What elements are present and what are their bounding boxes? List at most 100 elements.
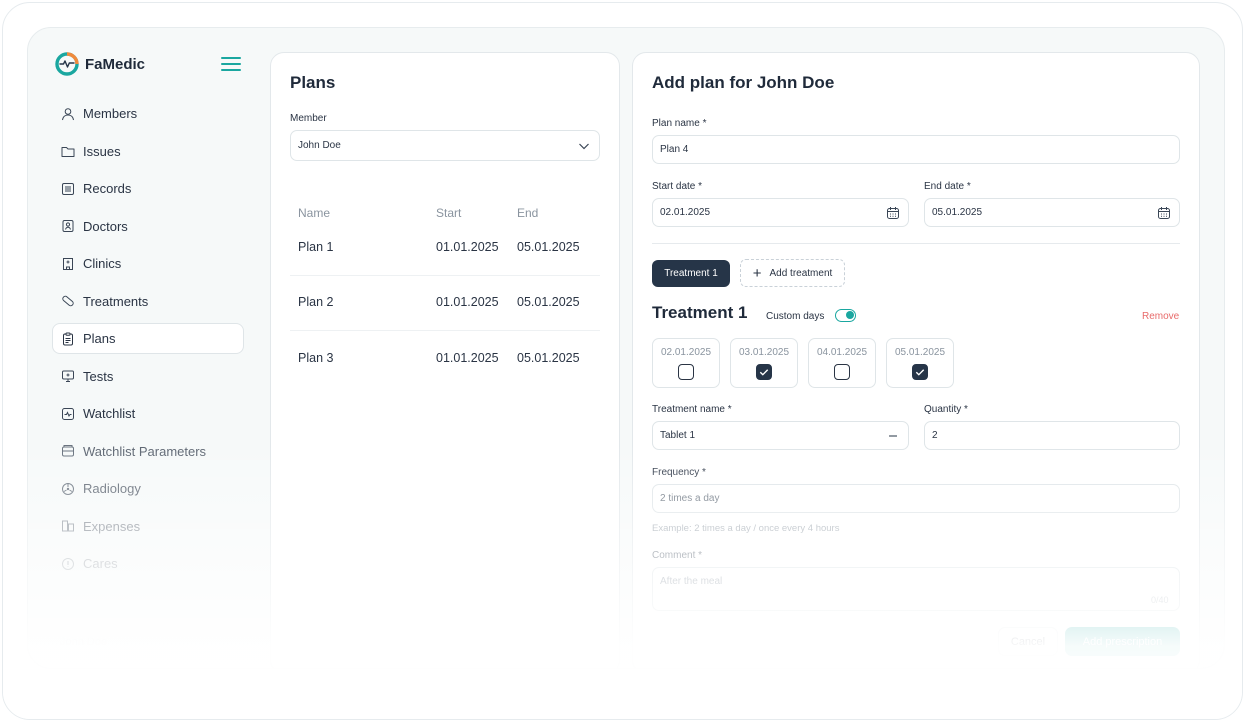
add-treatment-button[interactable]: + Add treatment [740,259,845,287]
add-plan-title: Add plan for John Doe [652,73,835,92]
sidebar-item-label: Doctors [83,218,128,234]
sidebar-item-plans[interactable]: Plans [52,323,244,354]
comment-label: Comment * [652,550,703,561]
row-divider [290,275,600,276]
day-checkbox[interactable] [912,364,928,380]
sidebar-item-label: Members [83,106,138,121]
sidebar-item-label: Records [83,181,132,196]
chevron-down-icon [579,143,589,150]
records-icon [62,182,74,195]
plan-name-value: Plan 4 [660,144,689,155]
day-checkbox[interactable] [756,364,772,380]
sidebar-item-label: Plans [83,331,116,346]
folder-icon [61,147,75,157]
plans-panel: Plans Member John Doe Name Start End Pla… [270,52,620,668]
row-divider [290,330,600,331]
day-checkbox[interactable] [834,364,850,380]
tab-treatment-1[interactable]: Treatment 1 [652,260,730,287]
sidebar-item-label: Cares [83,556,118,571]
sidebar-item-radiology[interactable]: Radiology [52,473,244,504]
plan-name: Plan 2 [298,295,334,309]
section-divider [652,243,1180,244]
sidebar-item-label: Watchlist [83,406,136,421]
treatment-name-select[interactable]: Tablet 1 [652,421,909,450]
app-name: FaMedic [85,55,146,73]
radiology-icon [62,482,74,495]
frequency-value: 2 times a day [660,493,720,504]
plans-title: Plans [290,73,336,92]
sidebar-item-label: Issues [83,143,121,159]
sidebar-nav: Members Issues Records Doctors Clinics T… [52,98,244,586]
plan-start: 01.01.2025 [436,351,499,365]
sidebar-item-issues[interactable]: Issues [52,136,244,167]
column-header-start: Start [436,206,462,220]
user-name[interactable]: John Doe [60,636,107,648]
cancel-button[interactable]: Cancel [998,627,1058,656]
sidebar-item-cares[interactable]: Cares [52,548,244,579]
calendar-icon[interactable] [1157,206,1171,220]
quantity-value: 2 [932,430,938,441]
add-prescription-button[interactable]: Add prescription [1065,627,1180,656]
app-frame: FaMedic Members Issues Records Doctors C… [2,2,1243,720]
user-icon [62,107,74,120]
logo[interactable]: FaMedic [55,52,145,76]
menu-icon[interactable] [221,57,243,73]
sidebar-item-watchlist-parameters[interactable]: Watchlist Parameters [52,436,244,467]
start-date-input[interactable]: 02.01.2025 [652,198,909,227]
doctor-icon [62,220,74,232]
day-option[interactable]: 03.01.2025 [730,338,798,388]
day-date: 03.01.2025 [738,347,790,358]
sidebar-item-doctors[interactable]: Doctors [52,211,244,242]
comment-textarea[interactable]: After the meal [652,567,1180,611]
treatment-title: Treatment 1 [652,303,748,322]
custom-days-toggle[interactable] [835,309,856,322]
plus-icon: + [752,264,762,282]
check-icon [759,369,769,376]
column-header-end: End [517,206,539,220]
day-option[interactable]: 02.01.2025 [652,338,720,388]
plan-end: 05.01.2025 [517,295,580,309]
day-option[interactable]: 05.01.2025 [886,338,954,388]
frequency-label: Frequency * [652,467,706,478]
check-icon [915,369,925,376]
end-date-input[interactable]: 05.01.2025 [924,198,1180,227]
day-checkbox[interactable] [678,364,694,380]
expenses-icon [62,520,74,532]
sidebar-item-expenses[interactable]: Expenses [52,511,244,542]
column-header-name: Name [298,206,331,220]
remove-treatment-button[interactable]: Remove [1142,311,1179,322]
member-select[interactable]: John Doe [290,130,600,161]
minus-icon[interactable] [886,429,900,443]
sidebar-item-clinics[interactable]: Clinics [52,248,244,279]
logo-icon [55,52,79,76]
frequency-input[interactable]: 2 times a day [652,484,1180,513]
quantity-label: Quantity * [924,404,968,415]
sidebar-item-records[interactable]: Records [52,173,244,204]
member-select-value: John Doe [298,140,341,151]
end-date-value: 05.01.2025 [932,207,983,218]
calendar-icon[interactable] [886,206,900,220]
start-date-value: 02.01.2025 [660,207,711,218]
plan-end: 05.01.2025 [517,240,580,254]
sidebar-item-watchlist[interactable]: Watchlist [52,398,244,429]
member-label: Member [290,113,327,124]
plan-name-input[interactable]: Plan 4 [652,135,1180,164]
clinic-icon [63,257,73,270]
sidebar-item-tests[interactable]: Tests [52,361,244,392]
test-icon [62,370,74,382]
day-option[interactable]: 04.01.2025 [808,338,876,388]
frequency-hint: Example: 2 times a day / once every 4 ho… [652,523,840,534]
add-plan-panel: Add plan for John Doe Plan name * Plan 4… [632,52,1200,668]
treatment-name-label: Treatment name * [652,404,732,415]
watchlist-icon [62,407,74,420]
day-date: 04.01.2025 [816,347,868,358]
comment-counter: 0/40 [1151,595,1169,605]
add-treatment-label: Add treatment [769,267,833,279]
comment-placeholder: After the meal [660,576,723,587]
plan-name-label: Plan name * [652,118,707,129]
sidebar-item-label: Clinics [83,256,122,271]
sidebar-item-label: Treatments [83,293,149,309]
sidebar-item-members[interactable]: Members [52,98,244,129]
sidebar-item-treatments[interactable]: Treatments [52,286,244,317]
quantity-input[interactable]: 2 [924,421,1180,450]
